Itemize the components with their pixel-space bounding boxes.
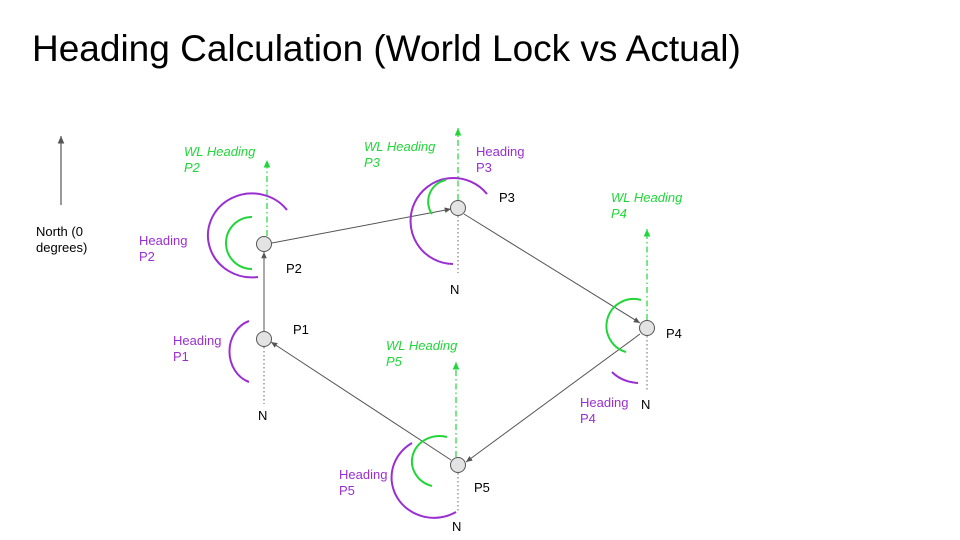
north-legend-label: North (0 degrees) [36,224,87,255]
p1-node [256,331,272,347]
p3-north-label: N [450,282,459,297]
p1-heading-label: Heading P1 [173,333,225,364]
p2-wl-arc [225,216,253,270]
p3-heading-label: Heading P3 [476,144,528,175]
p4-north-label: N [641,397,650,412]
p5-heading-arc [390,442,457,519]
p1-label: P1 [293,322,309,337]
p2-heading-label: Heading P2 [139,233,191,264]
heading-diagram: North (0 degrees) P1 P2 P3 P4 P5 N N N N… [36,128,686,534]
p1-heading-arc [228,320,250,383]
p5-heading-label: Heading P5 [339,467,391,498]
p3-wl-heading-label: WL Heading P3 [364,139,439,170]
p2-label: P2 [286,261,302,276]
p2-node [256,236,272,252]
p4-label: P4 [666,326,682,341]
p3-node [450,200,466,216]
p5-wl-heading-label: WL Heading P5 [386,338,461,369]
p3-label: P3 [499,190,515,205]
path-p5-p1 [270,341,452,461]
p4-wl-heading-label: WL Heading P4 [611,190,686,221]
p1-north-label: N [258,408,267,423]
path-p2-p3 [271,207,452,244]
p5-label: P5 [474,480,490,495]
p2-heading-arc [206,192,288,279]
p4-node [639,320,655,336]
p5-north-label: N [452,519,461,534]
p4-wl-arc [605,297,642,353]
p2-wl-heading-label: WL Heading P2 [184,144,259,175]
p4-heading-label: Heading P4 [580,395,632,426]
p5-node [450,457,466,473]
p5-wl-arc [410,435,448,487]
p4-heading-arc [611,371,639,384]
